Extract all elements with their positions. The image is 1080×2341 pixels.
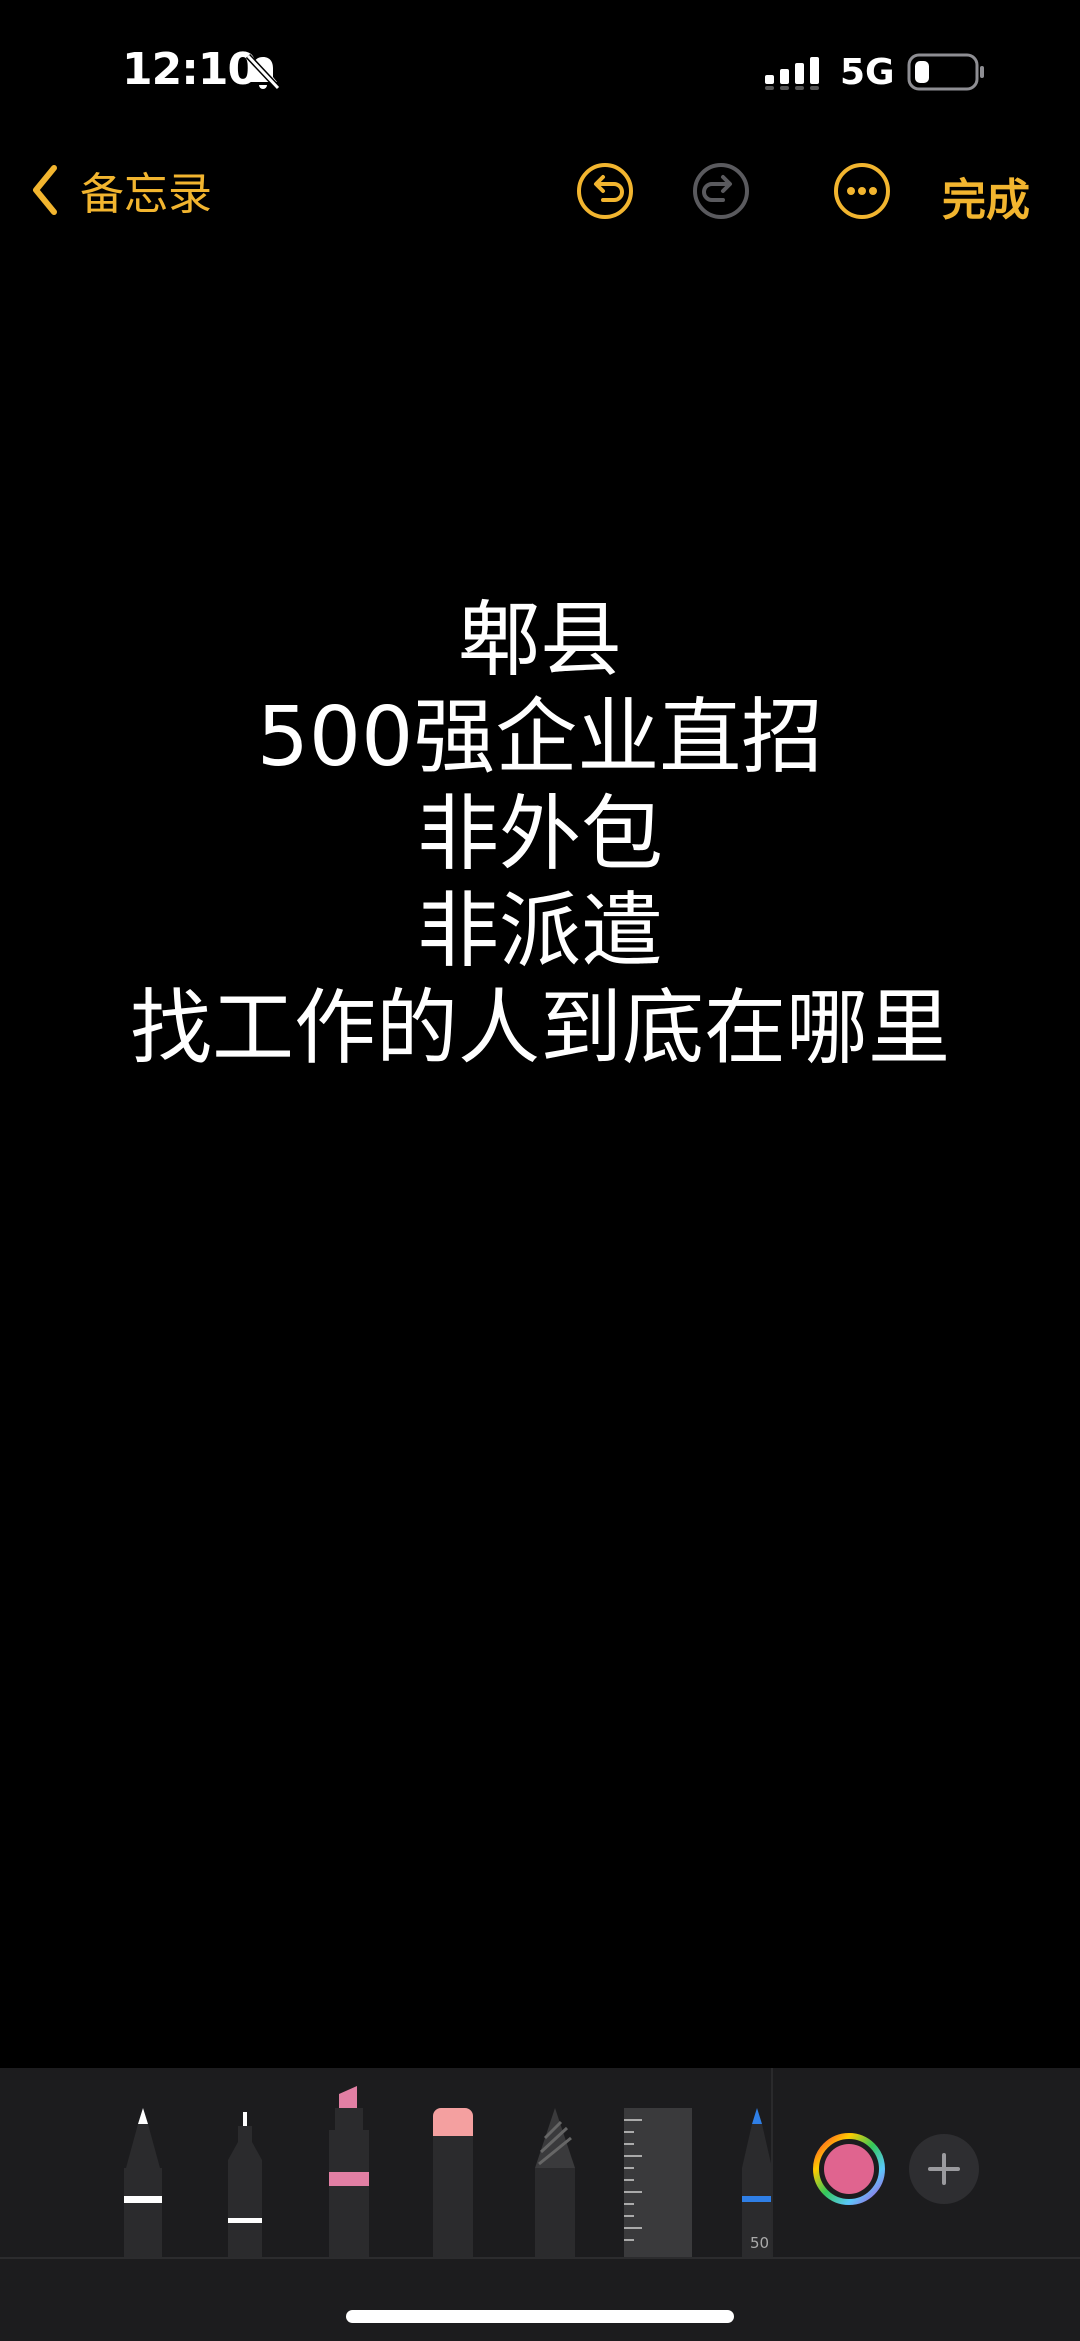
plus-icon [928, 2153, 960, 2185]
back-button[interactable]: 备忘录 [30, 162, 212, 220]
more-icon [834, 163, 890, 219]
status-time: 12:10 [122, 44, 258, 95]
note-line: 500强企业直招 [256, 690, 824, 785]
note-line: 非外包 [416, 787, 663, 882]
network-type: 5G [840, 52, 895, 93]
bell-slash-icon [243, 52, 283, 92]
palette-divider [771, 2068, 773, 2258]
add-tool-button[interactable] [909, 2134, 979, 2204]
ruler-tool[interactable] [624, 2108, 692, 2258]
marker-tool[interactable] [327, 2086, 371, 2258]
chevron-left-icon [33, 165, 57, 215]
note-drawing-canvas[interactable]: 郫县 500强企业直招 非外包 非派遣 找工作的人到底在哪里 [0, 592, 1080, 1077]
bottom-strip [0, 2259, 1080, 2341]
lasso-tool[interactable] [531, 2108, 579, 2258]
nav-bar: 备忘录 完成 [0, 150, 1080, 230]
undo-icon [577, 163, 633, 219]
done-button[interactable]: 完成 [942, 164, 1030, 228]
color-picker-button[interactable] [812, 2132, 886, 2206]
undo-button[interactable] [576, 162, 634, 220]
more-button[interactable] [833, 162, 891, 220]
note-line: 找工作的人到底在哪里 [129, 981, 950, 1076]
cellular-signal-icon [765, 55, 823, 91]
redo-icon [693, 163, 749, 219]
home-indicator[interactable] [346, 2310, 734, 2323]
eraser-tool[interactable] [430, 2108, 476, 2258]
battery-icon [907, 52, 987, 92]
redo-button[interactable] [692, 162, 750, 220]
pen-tool[interactable] [120, 2108, 166, 2258]
status-bar: 12:10 5G [0, 0, 1080, 150]
back-label: 备忘录 [80, 169, 212, 220]
tool-size-label: 50 [750, 2234, 770, 2252]
note-line: 非派遣 [416, 884, 663, 979]
note-line: 郫县 [457, 593, 622, 688]
fineliner-tool[interactable] [224, 2112, 266, 2258]
